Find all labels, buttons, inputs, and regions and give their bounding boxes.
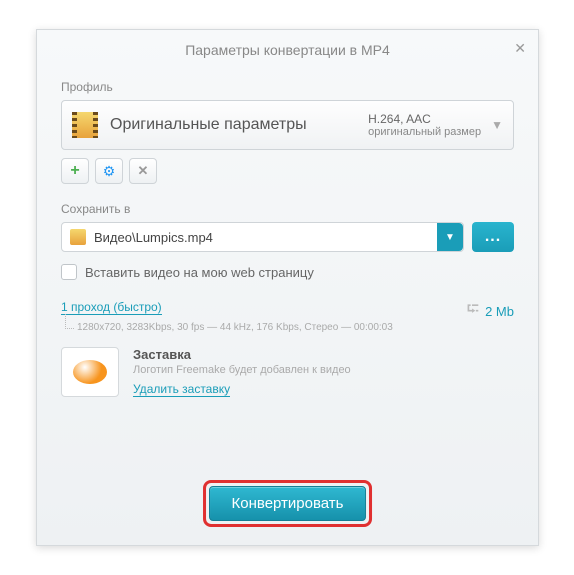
chevron-down-icon: ▼ (445, 232, 455, 243)
delete-profile-button[interactable]: ✕ (129, 158, 157, 184)
pass-mode-link[interactable]: 1 проход (быстро) (61, 300, 162, 315)
close-icon[interactable]: ✕ (514, 40, 526, 57)
convert-button[interactable]: Конвертировать (209, 486, 367, 521)
dialog-title: Параметры конвертации в MP4 (185, 42, 390, 58)
gear-icon: ⚙ (103, 163, 116, 180)
embed-label: Вставить видео на мою web страницу (85, 265, 314, 280)
film-icon (72, 112, 98, 138)
browse-button[interactable]: ... (472, 222, 514, 252)
save-path-input[interactable]: Видео\Lumpics.mp4 ▼ (61, 222, 464, 252)
profile-actions: + ⚙ ✕ (61, 158, 514, 184)
save-label: Сохранить в (61, 202, 514, 216)
profile-codec: H.264, AAC (368, 112, 481, 126)
profile-label: Профиль (61, 80, 514, 94)
titlebar: Параметры конвертации в MP4 ✕ (37, 30, 538, 70)
splash-section: Заставка Логотип Freemake будет добавлен… (61, 347, 514, 398)
profile-selector[interactable]: Оригинальные параметры H.264, AAC оригин… (61, 100, 514, 150)
x-icon: ✕ (138, 163, 149, 179)
export-icon: ⮓ (467, 298, 479, 325)
profile-size: оригинальный размер (368, 126, 481, 138)
splash-title: Заставка (133, 347, 351, 362)
plus-icon: + (70, 162, 79, 180)
path-dropdown-button[interactable]: ▼ (437, 223, 463, 251)
settings-button[interactable]: ⚙ (95, 158, 123, 184)
profile-name: Оригинальные параметры (110, 116, 368, 134)
pass-details: 1280x720, 3283Kbps, 30 fps — 44 kHz, 176… (77, 322, 393, 333)
video-file-icon (70, 229, 86, 245)
chevron-down-icon: ▼ (491, 118, 503, 132)
profile-meta: H.264, AAC оригинальный размер (368, 112, 481, 138)
size-estimate: ⮓ 2 Mb (467, 298, 514, 325)
size-value: 2 Mb (485, 304, 514, 319)
splash-desc: Логотип Freemake будет добавлен к видео (133, 364, 351, 376)
remove-splash-link[interactable]: Удалить заставку (133, 382, 230, 397)
save-path-text: Видео\Lumpics.mp4 (94, 230, 433, 245)
add-profile-button[interactable]: + (61, 158, 89, 184)
convert-highlight: Конвертировать (203, 480, 373, 527)
embed-checkbox[interactable] (61, 264, 77, 280)
freemake-logo-icon (73, 360, 107, 384)
mp4-conversion-dialog: Параметры конвертации в MP4 ✕ Профиль Ор… (36, 29, 539, 546)
splash-thumbnail[interactable] (61, 347, 119, 397)
